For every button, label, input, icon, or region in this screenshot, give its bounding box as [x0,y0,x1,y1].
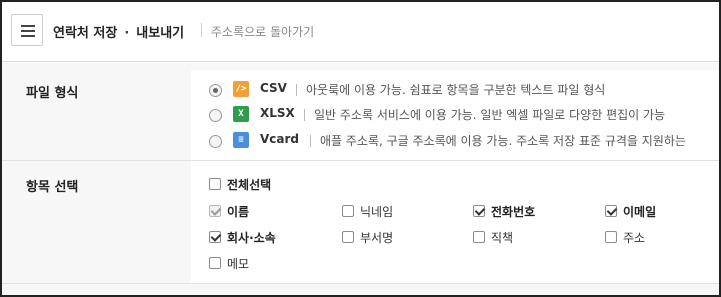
menu-line [21,35,35,37]
checkbox[interactable] [342,205,354,217]
checkbox[interactable] [209,231,221,243]
footer-gap [2,284,719,295]
checkbox[interactable] [473,231,485,243]
page-title-sub: 내보내기 [136,26,185,41]
checkbox[interactable] [209,205,221,217]
format-option-xlsx[interactable]: X XLSX 일반 주소록 서비스에 이용 가능. 일반 엑셀 파일로 다양한 … [209,105,719,127]
header-divider [201,23,202,37]
menu-line [21,30,35,32]
vcard-radio[interactable] [209,135,222,148]
hamburger-menu-icon[interactable] [11,14,43,46]
format-option-vcard[interactable]: ≡ Vcard 애플 주소록, 구글 주소록에 이용 가능. 주소록 저장 표준… [209,131,719,153]
checkbox[interactable] [605,205,617,217]
checkbox[interactable] [473,205,485,217]
csv-code-icon: /> [233,81,249,97]
field-label: 이메일 [623,205,657,219]
fields-section-title: 항목 선택 [26,180,79,195]
page-header: 연락처 저장 · 내보내기 주소록으로 돌아가기 [2,2,719,62]
field-label: 전화번호 [491,205,536,219]
contact-card-icon: ≡ [233,132,249,148]
format-description: 일반 주소록 서비스에 이용 가능. 일반 엑셀 파일로 다양한 편집이 가능 [314,108,666,122]
format-section-title: 파일 형식 [26,86,79,101]
csv-radio[interactable] [209,84,222,97]
fields-label-column: 항목 선택 [2,161,191,283]
format-name: CSV [260,81,287,95]
page-title-main: 연락처 저장 [53,26,118,41]
checkbox[interactable] [342,231,354,243]
format-option-csv[interactable]: /> CSV 아웃룩에 이용 가능. 쉼표로 항목을 구분한 텍스트 파일 형식 [209,80,719,102]
header-gap [2,63,719,70]
export-contacts-window: 연락처 저장 · 내보내기 주소록으로 돌아가기 파일 형식 /> CSV 아웃룩에… [0,0,721,297]
back-to-addressbook-link[interactable]: 주소록으로 돌아가기 [211,23,314,40]
title-separator: · [124,26,130,41]
format-name: XLSX [260,106,295,120]
format-name: Vcard [260,132,300,146]
checkbox[interactable] [209,257,221,269]
excel-icon: X [233,106,249,122]
checkbox[interactable] [605,231,617,243]
select-all-label: 전체선택 [227,178,272,192]
format-description: 아웃룩에 이용 가능. 쉼표로 항목을 구분한 텍스트 파일 형식 [306,83,606,97]
field-label: 회사·소속 [227,231,276,245]
field-label: 이름 [227,205,250,219]
select-all-checkbox[interactable] [209,178,221,190]
field-label: 부서명 [360,231,394,245]
format-divider [304,109,305,121]
xlsx-radio[interactable] [209,109,222,122]
page-title: 연락처 저장 · 내보내기 [53,22,184,41]
format-divider [296,84,297,96]
format-description: 애플 주소록, 구글 주소록에 이용 가능. 주소록 저장 표준 규격을 지원하… [320,134,686,148]
field-label: 주소 [623,231,646,245]
format-label-column: 파일 형식 [2,70,191,160]
field-label: 닉네임 [360,205,394,219]
menu-line [21,25,35,27]
field-label: 메모 [227,257,250,271]
format-divider [310,135,311,147]
field-label: 직책 [491,231,514,245]
